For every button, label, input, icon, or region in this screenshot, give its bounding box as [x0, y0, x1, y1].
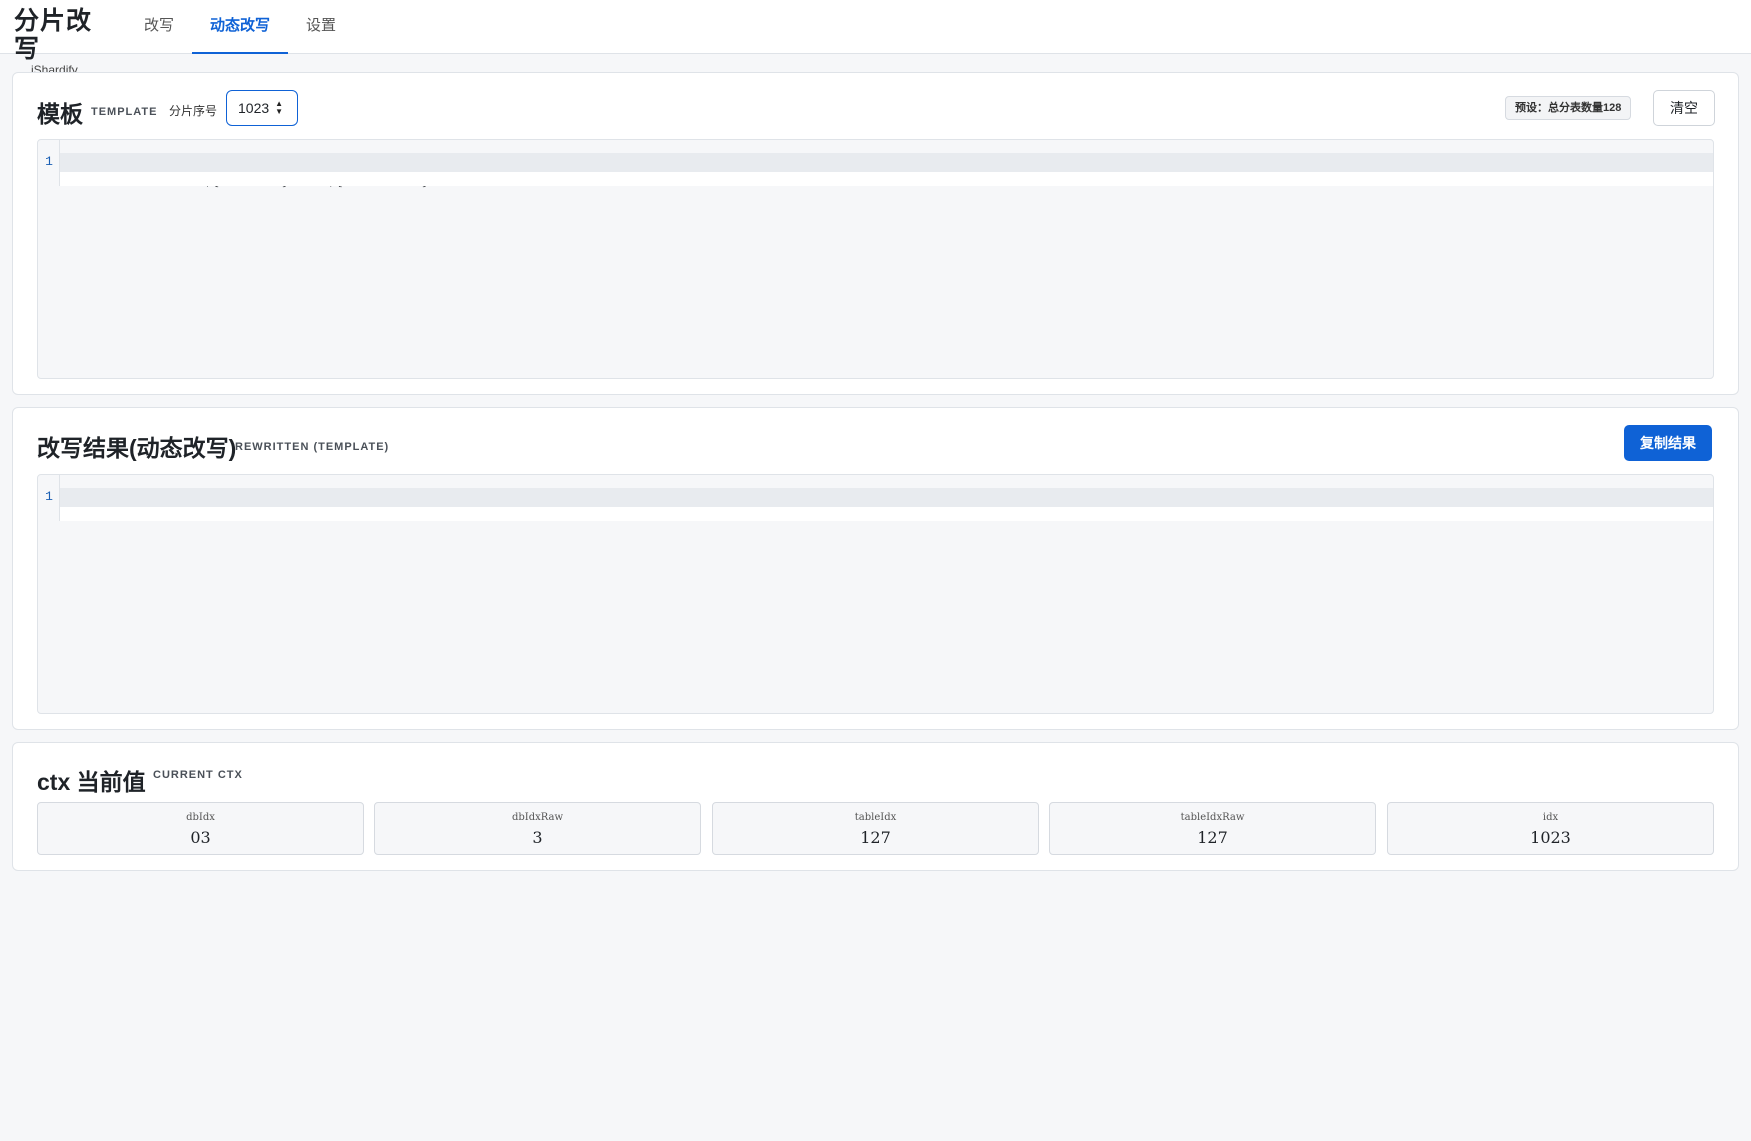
ctx-key: tableIdxRaw	[1180, 812, 1245, 823]
ctx-item-dbIdx: dbIdx 03	[37, 802, 364, 855]
shard-index-input[interactable]: 1023 ▲ ▼	[226, 90, 298, 126]
ctx-value: 03	[190, 828, 211, 847]
result-title: 改写结果(动态改写)	[37, 435, 237, 461]
copy-result-button[interactable]: 复制结果	[1624, 425, 1712, 461]
preset-badge: 预设：总分表数量128	[1505, 96, 1632, 120]
shard-index-label: 分片序号	[169, 104, 218, 118]
ctx-title: ctx 当前值	[37, 769, 146, 795]
shard-index-value: 1023	[238, 100, 270, 116]
ctx-subtitle: CURRENT CTX	[153, 769, 243, 781]
clear-button[interactable]: 清空	[1653, 90, 1715, 126]
ctx-value: 127	[860, 828, 891, 847]
code-line[interactable]: select * from db${ctx.dbIdx}.table${ctx.…	[60, 153, 1713, 189]
tab-bar: 改写 动态改写 设置	[126, 0, 354, 54]
line-number: 1	[45, 154, 53, 169]
tab-rewrite[interactable]: 改写	[126, 0, 192, 54]
ctx-item-dbIdxRaw: dbIdxRaw 3	[374, 802, 701, 855]
ctx-key: dbIdxRaw	[511, 812, 564, 823]
ctx-key: tableIdx	[854, 812, 897, 823]
ctx-value: 1023	[1530, 828, 1571, 847]
ctx-card: ctx 当前值 CURRENT CTX dbIdx 03 dbIdxRaw 3 …	[12, 742, 1739, 871]
ctx-value: 3	[532, 828, 543, 847]
app-header: 分片改写 iShardify 改写 动态改写 设置	[0, 0, 1751, 77]
ctx-item-tableIdxRaw: tableIdxRaw 127	[1049, 802, 1376, 855]
template-title: 模板	[37, 101, 83, 127]
result-card: 改写结果(动态改写) REWRITTEN (TEMPLATE) 复制结果 1 s…	[12, 407, 1739, 730]
ctx-item-idx: idx 1023	[1387, 802, 1714, 855]
code-line[interactable]: select * from db03.table127	[60, 488, 1713, 524]
ctx-key: idx	[1542, 812, 1559, 823]
result-editor[interactable]: 1 select * from db03.table127	[37, 474, 1714, 714]
result-subtitle: REWRITTEN (TEMPLATE)	[235, 441, 390, 453]
app-title: 分片改写	[14, 7, 93, 63]
template-subtitle: TEMPLATE	[91, 106, 158, 118]
tab-settings[interactable]: 设置	[288, 0, 354, 54]
spinner-icon[interactable]: ▲ ▼	[275, 100, 283, 116]
ctx-key: dbIdx	[186, 812, 215, 823]
tab-dynamic-rewrite[interactable]: 动态改写	[192, 0, 289, 54]
line-number: 1	[45, 489, 53, 504]
template-editor[interactable]: 1 select * from db${ctx.dbIdx}.table${ct…	[37, 139, 1714, 379]
brand: 分片改写 iShardify	[14, 7, 104, 77]
ctx-item-tableIdx: tableIdx 127	[712, 802, 1039, 855]
template-card: 模板 TEMPLATE 分片序号 1023 ▲ ▼ 预设：总分表数量128 清空 …	[12, 72, 1739, 395]
ctx-value: 127	[1197, 828, 1228, 847]
